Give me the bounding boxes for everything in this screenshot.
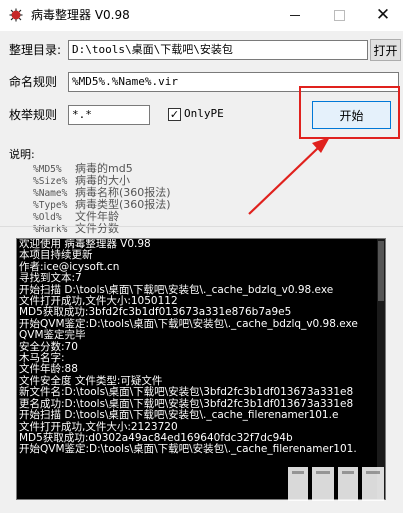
log-lines: 欢迎使用 病毒整理器 V0.98 本项目持续更新 作者:ice@icysoft.cn… [17,239,379,499]
onlype-label[interactable]: OnlyPE [184,106,224,122]
enum-rule-input[interactable]: *.* [68,105,150,125]
highlight-box [299,86,400,139]
dir-input[interactable]: D:\tools\桌面\下载吧\安装包 [68,40,368,60]
minimize-icon [290,15,300,16]
note-desc: 文件分数 [75,222,119,235]
divider [0,226,403,227]
close-icon: ✕ [375,5,391,25]
log-line: QVM鉴定完毕 [19,329,86,342]
enum-rule-label: 枚举规则 [9,108,58,122]
log-line: 开始QVM鉴定:D:\tools\桌面\下载吧\安装包\._cache_file… [19,443,357,456]
open-button[interactable]: 打开 [370,39,401,61]
title-bar: 病毒整理器 V0.98 ✕ [0,0,403,31]
name-rule-label: 命名规则 [9,75,58,89]
log-line: 开始扫描 D:\tools\桌面\下载吧\安装包\._cache_fileren… [19,409,339,422]
minimize-button[interactable] [273,0,317,31]
close-button[interactable]: ✕ [361,0,403,31]
watermark-logo [288,467,384,501]
scrollbar-thumb[interactable] [378,241,384,301]
log-line: 安全分数:70 [19,340,78,353]
log-line: 新文件名:D:\tools\桌面\下载吧\安装包\3bfd2fc3b1df013… [19,386,354,399]
onlype-checkbox[interactable]: ✓ [168,108,181,121]
window-title: 病毒整理器 V0.98 [31,8,130,22]
maximize-icon [333,10,345,21]
dir-label: 整理目录: [9,43,62,57]
console-scrollbar[interactable] [377,239,385,499]
notes-heading: 说明: [9,148,35,161]
log-line: 寻找到文本:7 [19,272,82,285]
note-row: %Mark% 文件分数 [33,223,119,236]
check-icon: ✓ [169,108,180,121]
maximize-button [317,0,361,31]
virus-app-icon [9,8,23,22]
